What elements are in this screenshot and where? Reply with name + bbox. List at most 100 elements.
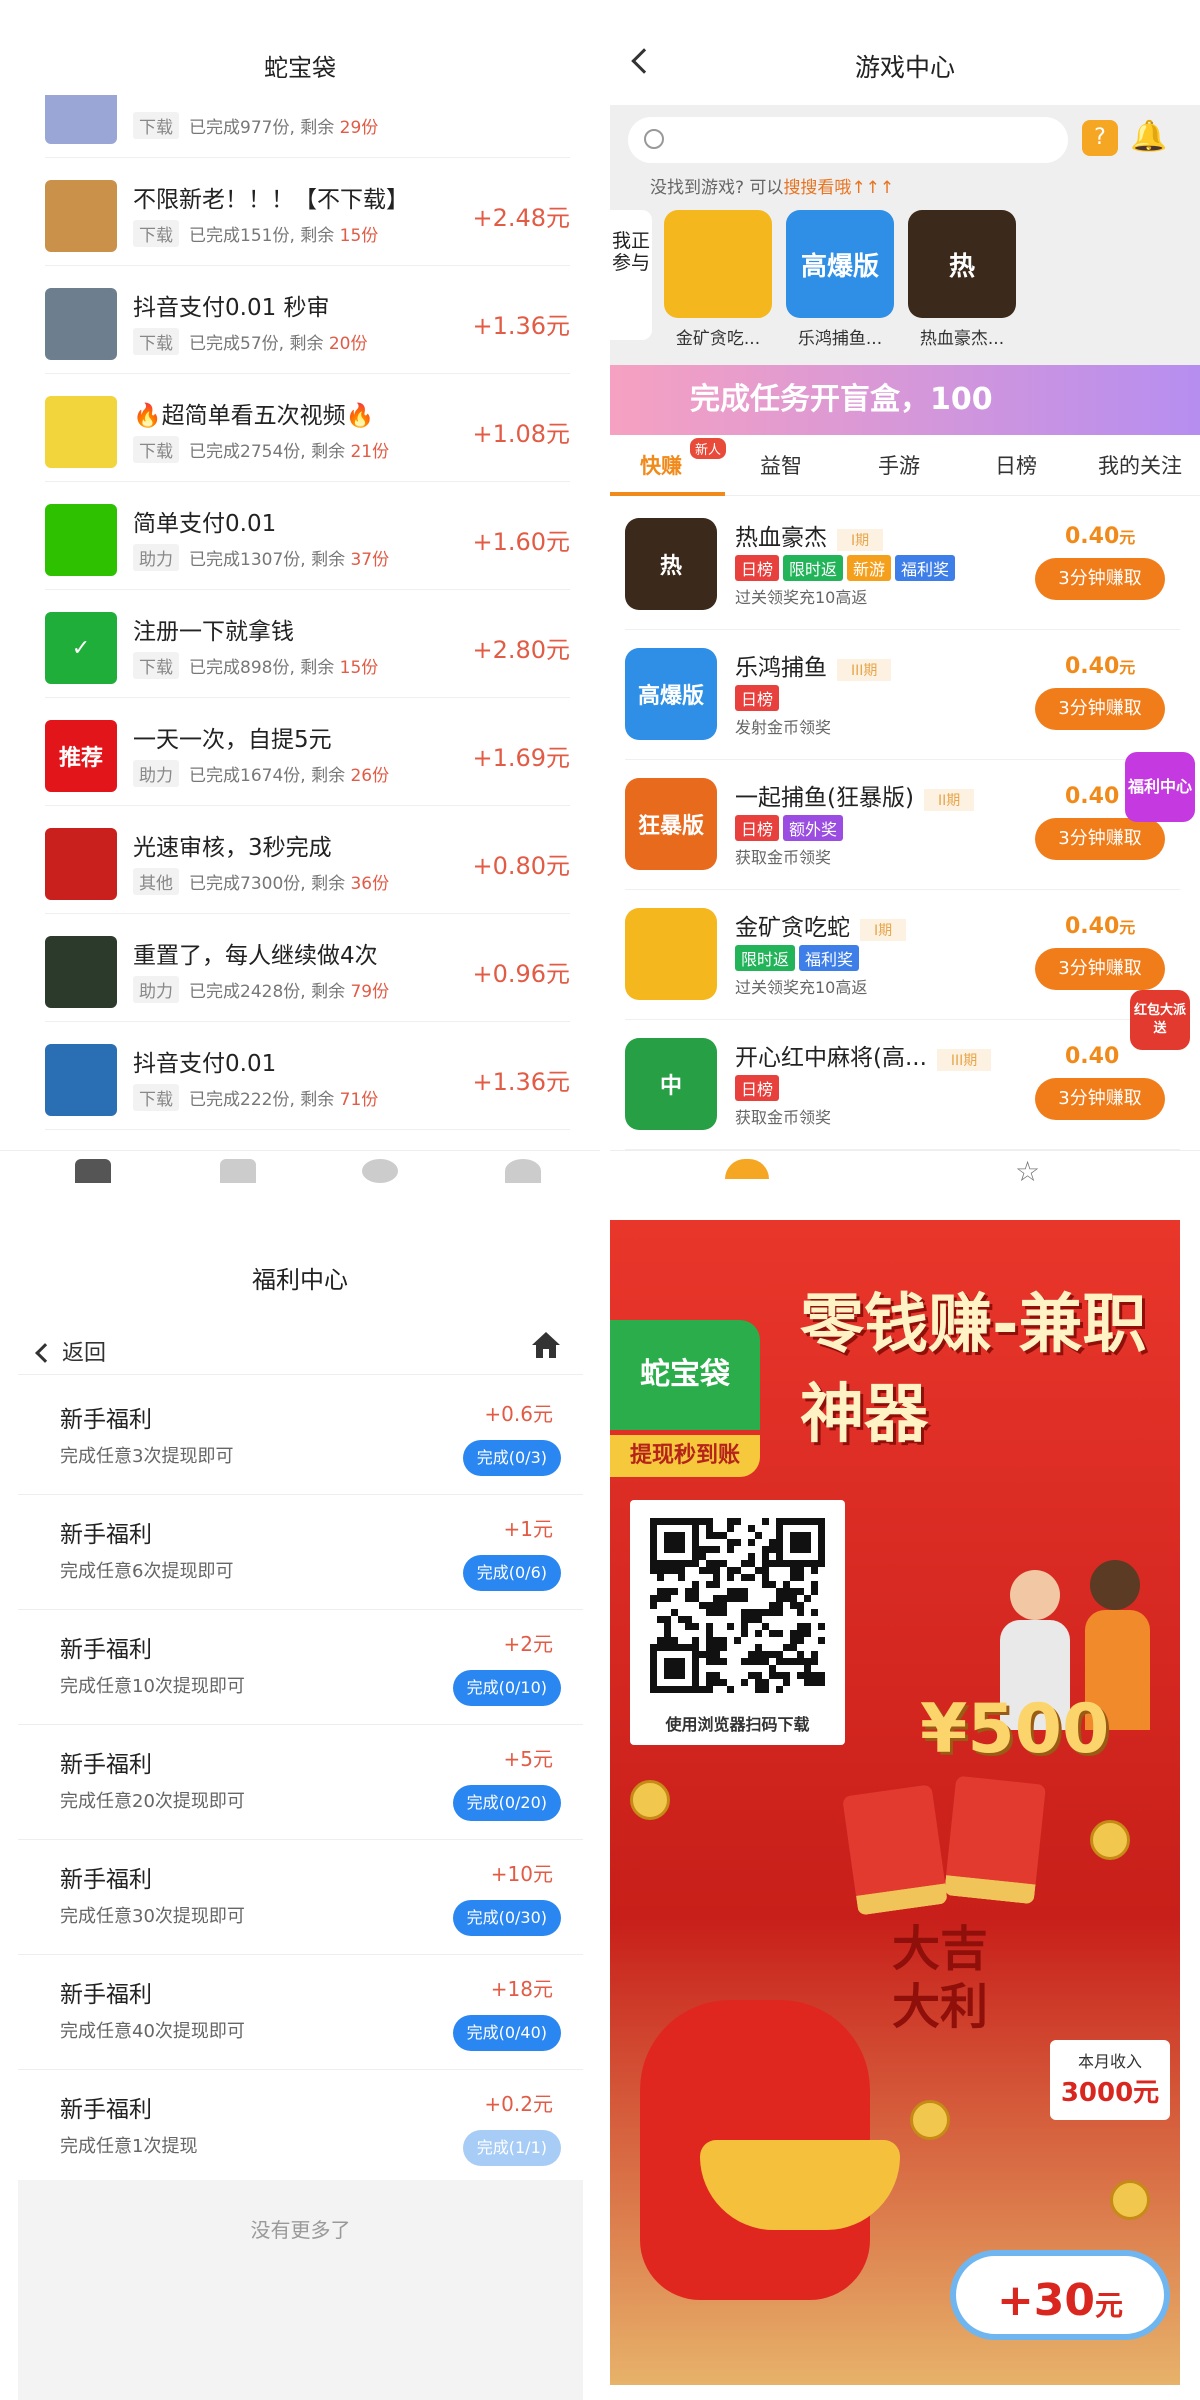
- search-icon: [644, 129, 664, 149]
- chevron-left-icon: [35, 1343, 55, 1363]
- tab-5[interactable]: 我的关注: [1098, 450, 1182, 480]
- earn-button[interactable]: 3分钟赚取: [1035, 558, 1165, 600]
- game-icon: 高爆版: [625, 648, 717, 740]
- game-name: 乐鸿捕鱼...: [797, 329, 883, 349]
- welfare-center-screen: 福利中心 返回 新手福利 完成任意3次提现即可 +0.6元 完成(0/3) 新手福利 完成…: [0, 1200, 600, 2400]
- welfare-description: 完成任意40次提现即可: [60, 2021, 245, 2042]
- game-icon: [664, 210, 772, 318]
- star-tab-icon[interactable]: ☆: [1015, 1155, 1040, 1188]
- task-row[interactable]: 🔥超简单看五次视频🔥 下载 已完成2754份, 剩余 21份 +1.08元: [45, 374, 570, 482]
- task-row[interactable]: 不限新老！！！【不下载】 下载 已完成151份, 剩余 15份 +2.48元: [45, 158, 570, 266]
- earn-button[interactable]: 3分钟赚取: [1035, 688, 1165, 730]
- game-icon: 中: [625, 1038, 717, 1130]
- welfare-title: 新手福利: [60, 1752, 152, 1778]
- help-icon[interactable]: ?: [1082, 120, 1118, 156]
- red-packet-float-button[interactable]: 红包大派送: [1130, 990, 1190, 1050]
- game-name: 金矿贪吃...: [675, 329, 761, 349]
- recent-game-tile[interactable]: 高爆版 乐鸿捕鱼...: [784, 210, 896, 349]
- task-progress: 已完成57份, 剩余: [189, 334, 329, 354]
- tab-4[interactable]: 日榜: [995, 450, 1037, 480]
- tab-3[interactable]: 手游: [878, 450, 920, 480]
- task-row[interactable]: 简单支付0.01 助力 已完成1307份, 剩余 37份 +1.60元: [45, 482, 570, 590]
- welfare-reward: +0.2元: [484, 2092, 553, 2116]
- task-remaining: 21份: [350, 442, 390, 462]
- home-icon[interactable]: [530, 1330, 562, 1360]
- game-icon: 狂暴版: [625, 778, 717, 870]
- task-row[interactable]: 推荐 一天一次，自提5元 助力 已完成1674份, 剩余 26份 +1.69元: [45, 698, 570, 806]
- welfare-progress-button[interactable]: 完成(0/20): [452, 1785, 561, 1821]
- recent-game-tile[interactable]: 金矿贪吃...: [662, 210, 774, 349]
- promo-poster: 蛇宝袋 提现秒到账 零钱赚-兼职神器 使用浏览器扫码下载 ¥500 大吉大利 本…: [610, 1220, 1180, 2385]
- welfare-progress-button[interactable]: 完成(0/10): [452, 1670, 561, 1706]
- welfare-progress-button[interactable]: 完成(0/6): [462, 1555, 561, 1591]
- game-tags: 日榜: [735, 1075, 783, 1101]
- game-tag: 额外奖: [783, 815, 844, 841]
- task-meta: 下载 已完成898份, 剩余 15份: [133, 652, 378, 679]
- game-row[interactable]: 金矿贪吃蛇 I期 限时返 福利奖 过关领奖充10高返 0.40元 3分钟赚取: [625, 890, 1180, 1020]
- game-description: 获取金币领奖: [735, 1108, 832, 1127]
- task-reward: +0.80元: [472, 852, 570, 880]
- qr-caption: 使用浏览器扫码下载: [665, 1715, 810, 1734]
- back-label: 返回: [62, 1341, 107, 1366]
- hint-text: 没找到游戏? 可以: [650, 178, 784, 198]
- watch-tab-icon[interactable]: [362, 1159, 398, 1183]
- task-type-tag: 助力: [133, 760, 179, 787]
- participating-tab[interactable]: 我正参与: [610, 210, 652, 340]
- task-row[interactable]: 抖音支付0.01 秒审 下载 已完成57份, 剩余 20份 +1.36元: [45, 266, 570, 374]
- task-thumbnail: ✓: [45, 612, 117, 684]
- game-description: 过关领奖充10高返: [735, 978, 868, 997]
- blind-box-banner[interactable]: 完成任务开盲盒，100: [610, 365, 1200, 435]
- task-row[interactable]: ✓ 注册一下就拿钱 下载 已完成898份, 剩余 15份 +2.80元: [45, 590, 570, 698]
- welfare-progress-button[interactable]: 完成(0/3): [462, 1440, 561, 1476]
- game-row[interactable]: 高爆版 乐鸿捕鱼 III期 日榜 发射金币领奖 0.40元 3分钟赚取: [625, 630, 1180, 760]
- home-tab-icon[interactable]: [75, 1159, 111, 1183]
- search-input[interactable]: [628, 117, 1068, 163]
- task-thumbnail: [45, 288, 117, 360]
- game-title: 金矿贪吃蛇 I期: [735, 908, 907, 942]
- task-thumbnail: [45, 180, 117, 252]
- income-value: 3000元: [1060, 2078, 1160, 2108]
- tab-1[interactable]: 快赚: [640, 450, 682, 480]
- game-tab-icon[interactable]: [725, 1159, 769, 1179]
- price-value: 0.40: [1065, 1044, 1120, 1069]
- task-title: 抖音支付0.01: [133, 1051, 277, 1077]
- welfare-progress-button[interactable]: 完成(0/30): [452, 1900, 561, 1936]
- welfare-item: 新手福利 完成任意3次提现即可 +0.6元 完成(0/3): [18, 1380, 583, 1495]
- bell-icon[interactable]: 🔔: [1130, 119, 1167, 155]
- task-row[interactable]: 重置了，每人继续做4次 助力 已完成2428份, 剩余 79份 +0.96元: [45, 914, 570, 1022]
- price-value: 0.40: [1065, 914, 1120, 939]
- earn-button[interactable]: 3分钟赚取: [1035, 1078, 1165, 1120]
- recent-game-tile[interactable]: 热热血豪杰...: [906, 210, 1018, 349]
- search-link[interactable]: 搜搜看哦: [783, 178, 851, 198]
- profile-tab-icon[interactable]: [505, 1159, 541, 1183]
- app-logo: 蛇宝袋: [610, 1320, 760, 1430]
- task-remaining: 37份: [350, 550, 390, 570]
- task-meta: 助力 已完成1674份, 剩余 26份: [133, 760, 389, 787]
- price-unit: 元: [1119, 658, 1136, 677]
- price-unit: 元: [1119, 528, 1136, 547]
- tasks-tab-icon[interactable]: [220, 1159, 256, 1183]
- game-row[interactable]: 中开心红中麻将(高... III期 日榜 获取金币领奖 0.40 3分钟赚取: [625, 1020, 1180, 1150]
- welfare-item: 新手福利 完成任意40次提现即可 +18元 完成(0/40): [18, 1955, 583, 2070]
- task-row[interactable]: 抖音支付0.01 下载 已完成222份, 剩余 71份 +1.36元: [45, 1022, 570, 1130]
- task-reward: +1.36元: [472, 312, 570, 340]
- task-row[interactable]: 下载 已完成977份, 剩余 29份: [45, 95, 570, 158]
- back-button[interactable]: 返回: [35, 1335, 107, 1367]
- tab-2[interactable]: 益智: [760, 450, 802, 480]
- task-meta: 其他 已完成7300份, 剩余 36份: [133, 868, 389, 895]
- welfare-center-float-button[interactable]: 福利中心: [1125, 752, 1195, 822]
- task-type-tag: 助力: [133, 976, 179, 1003]
- game-row[interactable]: 热热血豪杰 I期 日榜 限时返 新游 福利奖 过关领奖充10高返 0.40元 3分钟赚取: [625, 500, 1180, 630]
- earn-button[interactable]: 3分钟赚取: [1035, 948, 1165, 990]
- game-tag: 限时返: [735, 945, 796, 971]
- welfare-item: 新手福利 完成任意30次提现即可 +10元 完成(0/30): [18, 1840, 583, 1955]
- task-row[interactable]: 光速审核，3秒完成 其他 已完成7300份, 剩余 36份 +0.80元: [45, 806, 570, 914]
- task-thumbnail: [45, 504, 117, 576]
- earn-button[interactable]: 3分钟赚取: [1035, 818, 1165, 860]
- game-row[interactable]: 狂暴版 一起捕鱼(狂暴版) II期 日榜 额外奖 获取金币领奖 0.40 3分钟赚取: [625, 760, 1180, 890]
- game-tag: 日榜: [735, 555, 780, 581]
- qr-code-card[interactable]: 使用浏览器扫码下载: [630, 1500, 845, 1745]
- welfare-progress-button[interactable]: 完成(1/1): [462, 2130, 561, 2166]
- welfare-progress-button[interactable]: 完成(0/40): [452, 2015, 561, 2051]
- page-title: 蛇宝袋: [264, 54, 336, 82]
